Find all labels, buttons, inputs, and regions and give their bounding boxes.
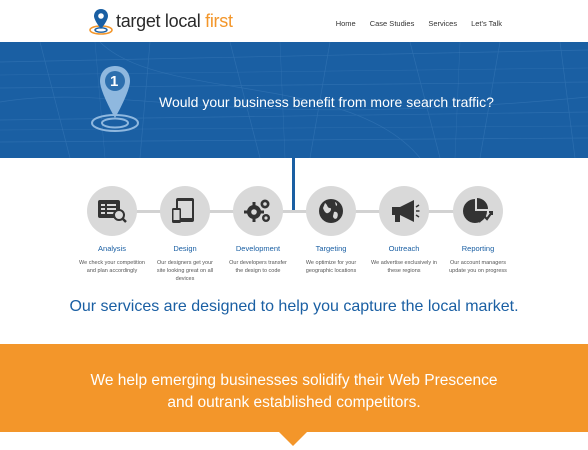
value-proposition-text: We help emerging businesses solidify the… xyxy=(0,370,588,414)
nav-services[interactable]: Services xyxy=(428,19,457,28)
step-description: Our account managers update you on progr… xyxy=(449,260,507,274)
gears-icon xyxy=(244,199,270,222)
value-proposition-line-2: and outrank established competitors. xyxy=(167,394,421,411)
step-circle xyxy=(379,186,429,236)
step-reporting[interactable]: Reporting Our account managers update yo… xyxy=(433,186,523,275)
location-pin-icon xyxy=(89,9,113,35)
nav-home[interactable]: Home xyxy=(336,19,356,28)
nav-case-studies[interactable]: Case Studies xyxy=(370,19,415,28)
hero-banner: 1 Would your business benefit from more … xyxy=(0,42,588,158)
down-arrow-notch xyxy=(279,432,307,446)
hero-badge-number: 1 xyxy=(110,73,119,90)
value-proposition-line-1: We help emerging businesses solidify the… xyxy=(90,372,498,389)
logo-text: target local first xyxy=(116,10,233,31)
chart-icon xyxy=(463,198,493,223)
services-tagline: Our services are designed to help you ca… xyxy=(69,298,519,315)
analysis-icon xyxy=(98,200,127,223)
logo[interactable]: target local first xyxy=(88,8,233,35)
step-circle xyxy=(453,186,503,236)
site-header: target local first Home Case Studies Ser… xyxy=(0,0,588,42)
step-circle xyxy=(306,186,356,236)
megaphone-icon xyxy=(392,200,420,222)
globe-icon xyxy=(319,199,343,223)
step-label: Reporting xyxy=(461,244,495,253)
main-nav: Home Case Studies Services Let's Talk xyxy=(336,19,502,28)
nav-lets-talk[interactable]: Let's Talk xyxy=(471,19,502,28)
hero-title: Would your business benefit from more se… xyxy=(159,94,494,110)
step-circle xyxy=(160,186,210,236)
devices-icon xyxy=(172,198,194,223)
step-circle xyxy=(233,186,283,236)
step-circle xyxy=(87,186,137,236)
